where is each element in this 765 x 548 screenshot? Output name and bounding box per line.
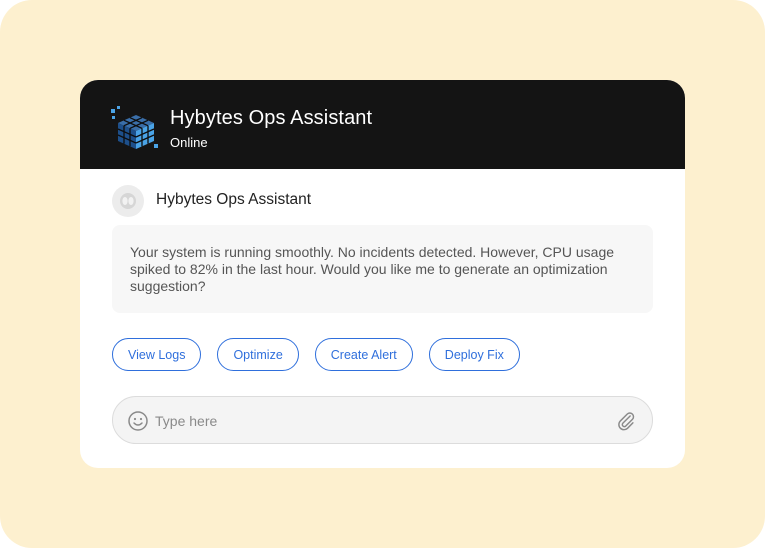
online-status: Online xyxy=(170,135,208,150)
optimize-button[interactable]: Optimize xyxy=(217,338,299,371)
deploy-fix-button[interactable]: Deploy Fix xyxy=(428,338,520,371)
rubiks-cube-icon xyxy=(111,106,158,149)
message-sender: Hybytes Ops Assistant xyxy=(156,191,312,208)
create-alert-button[interactable]: Create Alert xyxy=(314,338,413,371)
bot-avatar-icon xyxy=(112,185,144,217)
message-text: Your system is running smoothly. No inci… xyxy=(130,244,615,294)
quick-actions: View Logs Optimize Create Alert Deploy F… xyxy=(112,338,520,371)
chat-widget: Hybytes Ops Assistant Online Hybytes Ops… xyxy=(80,80,685,468)
assistant-title: Hybytes Ops Assistant xyxy=(170,107,373,129)
paperclip-icon[interactable] xyxy=(615,409,637,433)
message-bubble: Your system is running smoothly. No inci… xyxy=(112,225,653,313)
message-input[interactable] xyxy=(155,407,595,435)
view-logs-button[interactable]: View Logs xyxy=(112,338,202,371)
message-composer xyxy=(112,396,653,444)
page-background: Hybytes Ops Assistant Online Hybytes Ops… xyxy=(0,0,765,548)
chat-header: Hybytes Ops Assistant Online xyxy=(80,80,685,169)
smiley-icon[interactable] xyxy=(127,410,149,432)
